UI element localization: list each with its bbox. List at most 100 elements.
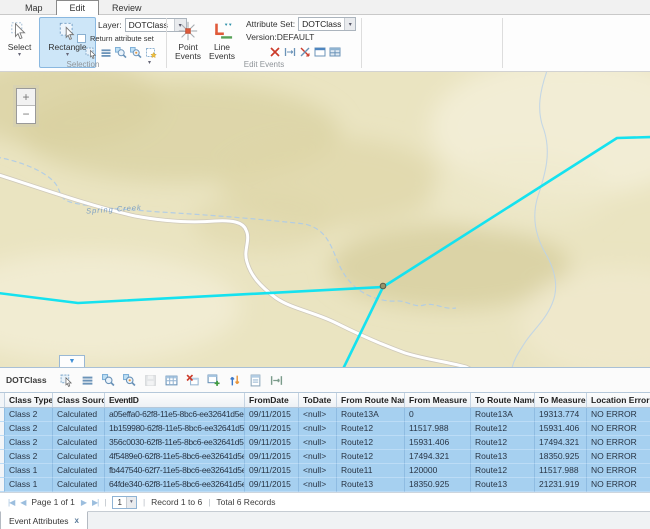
table-cell: 18350.925 <box>535 450 587 464</box>
panel-collapse-button[interactable]: ▼ <box>59 355 85 367</box>
attribute-set-dropdown[interactable]: DOTClass ▾ <box>298 17 356 31</box>
column-header[interactable]: To Measure <box>535 393 587 407</box>
table-row[interactable]: Class 2Calculateda05effa0-62f8-11e5-8bc6… <box>0 408 650 422</box>
table-cell: 4f5489e0-62f8-11e5-8bc6-ee32641d5ec9 <box>105 450 245 464</box>
table-cell: 09/11/2015 <box>245 436 299 450</box>
table-cell: 17494.321 <box>405 450 471 464</box>
event-attributes-panel: DOTClass Class TypeClass SourceEventIDFr… <box>0 367 650 529</box>
column-header[interactable]: FromDate <box>245 393 299 407</box>
attributes-window-icon[interactable] <box>313 45 326 58</box>
separator: | <box>143 497 145 507</box>
table-row[interactable]: Class 2Calculated4f5489e0-62f8-11e5-8bc6… <box>0 450 650 464</box>
select-tool-label: Select <box>8 43 32 52</box>
attribute-set-value: DOTClass <box>299 19 344 29</box>
zoom-to-selected-icon[interactable] <box>114 46 127 59</box>
table-cell: 11517.988 <box>535 464 587 478</box>
table-cell: 18350.925 <box>405 478 471 492</box>
attribute-set-dropdown-caret[interactable]: ▾ <box>344 18 355 30</box>
table-row[interactable]: Class 2Calculated1b159980-62f8-11e5-8bc6… <box>0 422 650 436</box>
column-header[interactable]: EventID <box>105 393 245 407</box>
select-dropdown-caret[interactable]: ▾ <box>18 52 21 59</box>
table-cell: 09/11/2015 <box>245 408 299 422</box>
previous-page-button[interactable]: ◀ <box>20 498 25 507</box>
table-row[interactable]: Class 1Calculated64fde340-62f8-11e5-8bc6… <box>0 478 650 492</box>
switch-table-icon[interactable] <box>165 374 178 387</box>
table-cell: <null> <box>299 450 337 464</box>
return-attribute-set-checkbox[interactable] <box>77 34 86 43</box>
edit-events-group-label: Edit Events <box>167 60 361 69</box>
report-icon[interactable] <box>249 374 262 387</box>
rectangle-tool-label: Rectangle <box>48 43 86 52</box>
page-number-input[interactable]: 1 ▾ <box>112 496 136 509</box>
group-separator <box>361 18 362 68</box>
table-cell: <null> <box>299 408 337 422</box>
last-page-button[interactable]: ▶| <box>92 498 98 507</box>
first-page-button[interactable]: |◀ <box>8 498 14 507</box>
map-view[interactable]: Spring Creek + − ▼ <box>0 72 650 367</box>
table-cell: 09/11/2015 <box>245 422 299 436</box>
table-cell: Class 2 <box>5 436 53 450</box>
table-cell: Calculated <box>53 408 105 422</box>
add-record-icon[interactable] <box>207 374 220 387</box>
table-cell: 09/11/2015 <box>245 450 299 464</box>
attribute-set-label: Attribute Set: <box>246 19 295 29</box>
table-cell: Route11 <box>337 464 405 478</box>
table-cell: NO ERROR <box>587 450 650 464</box>
tab-label: Event Attributes <box>9 516 69 526</box>
selection-mini-toolbar <box>84 46 157 59</box>
table-row[interactable]: Class 2Calculated356c0030-62f8-11e5-8bc6… <box>0 436 650 450</box>
column-header[interactable]: ToDate <box>299 393 337 407</box>
table-row[interactable]: Class 1Calculatedfb447540-62f7-11e5-8bc6… <box>0 464 650 478</box>
zoom-out-button[interactable]: − <box>17 106 35 123</box>
record-range-text: Record 1 to 6 <box>151 497 202 507</box>
table-cell: Route12 <box>471 436 535 450</box>
table-cell: Route13A <box>337 408 405 422</box>
pan-to-selected-icon[interactable] <box>129 46 142 59</box>
table-cell: a05effa0-62f8-11e5-8bc6-ee32641d5ec9 <box>105 408 245 422</box>
delete-event-icon[interactable] <box>268 45 281 58</box>
page-number-caret[interactable]: ▾ <box>126 497 136 508</box>
events-table-icon[interactable] <box>328 45 341 58</box>
table-cell: Route12 <box>337 422 405 436</box>
column-header[interactable]: From Route Name <box>337 393 405 407</box>
table-cell: Route13 <box>471 478 535 492</box>
edit-events-mini-toolbar <box>268 45 341 58</box>
table-menu-icon[interactable] <box>81 374 94 387</box>
select-features-icon[interactable] <box>84 46 97 59</box>
ribbon-tab-edit[interactable]: Edit <box>56 0 100 15</box>
tab-event-attributes[interactable]: Event Attributes x <box>0 511 88 529</box>
table-cell: 1b159980-62f8-11e5-8bc6-ee32641d5ec9 <box>105 422 245 436</box>
close-tab-icon[interactable]: x <box>75 516 79 525</box>
next-page-button[interactable]: ▶ <box>81 498 86 507</box>
table-menu-icon[interactable] <box>99 46 112 59</box>
pan-to-selected-icon[interactable] <box>123 374 136 387</box>
ribbon-tab-map[interactable]: Map <box>12 1 56 14</box>
column-header[interactable]: Class Type <box>5 393 53 407</box>
zoom-to-selected-icon[interactable] <box>102 374 115 387</box>
separator: | <box>208 497 210 507</box>
sort-icon[interactable] <box>228 374 241 387</box>
table-cell: Class 2 <box>5 408 53 422</box>
measure-extent-icon[interactable] <box>283 45 296 58</box>
table-cell: NO ERROR <box>587 464 650 478</box>
ribbon-tab-strip: MapEditReview <box>0 0 650 15</box>
column-header[interactable]: From Measure <box>405 393 471 407</box>
extent-icon[interactable] <box>270 374 283 387</box>
column-header[interactable]: To Route Name <box>471 393 535 407</box>
rectangle-dropdown-caret[interactable]: ▾ <box>66 52 69 59</box>
column-header[interactable]: Location Error <box>587 393 650 407</box>
zoom-in-button[interactable]: + <box>17 89 35 106</box>
table-cell: 19313.774 <box>535 408 587 422</box>
ribbon-tab-review[interactable]: Review <box>99 1 155 14</box>
map-zoom-control: + − <box>16 88 36 124</box>
table-cell: Route12 <box>471 422 535 436</box>
select-features-icon[interactable] <box>60 374 73 387</box>
split-event-icon[interactable] <box>298 45 311 58</box>
column-header[interactable]: Class Source <box>53 393 105 407</box>
total-records-text: Total 6 Records <box>216 497 275 507</box>
clear-selection-icon[interactable] <box>144 46 157 59</box>
table-cell: Route13A <box>471 408 535 422</box>
delete-selected-icon[interactable] <box>186 374 199 387</box>
table-cell: <null> <box>299 464 337 478</box>
table-cell: Calculated <box>53 450 105 464</box>
